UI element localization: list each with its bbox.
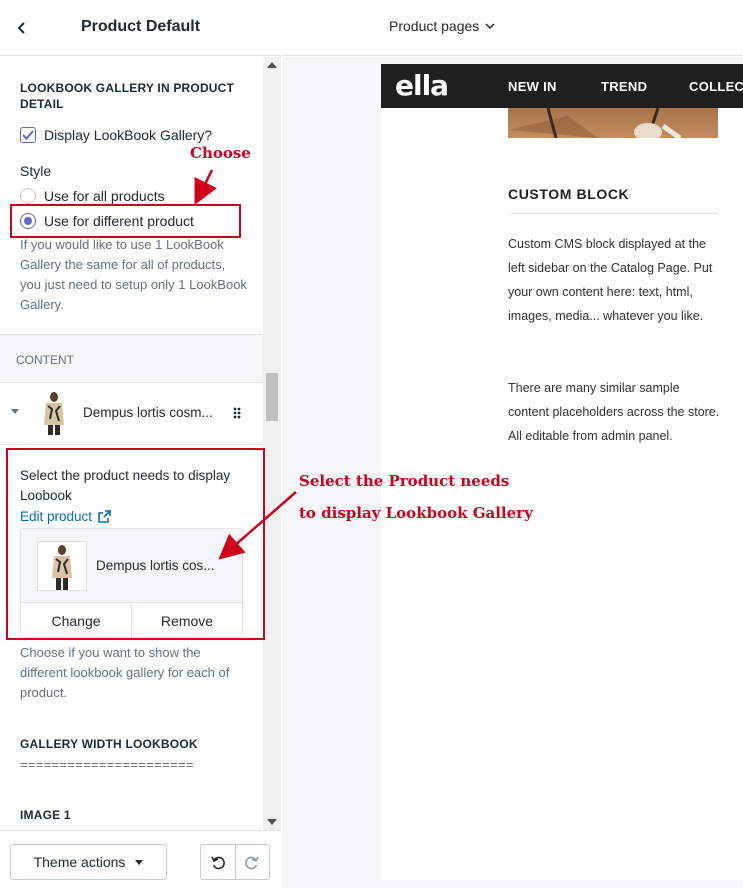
checkbox-box[interactable] <box>20 127 36 143</box>
sidebar-scrollbar[interactable] <box>263 57 281 830</box>
block-label: Dempus lortis cosm... <box>83 405 213 420</box>
product-photo-art <box>508 108 682 138</box>
undo-button[interactable] <box>201 845 235 879</box>
style-label: Style <box>20 163 52 179</box>
scroll-up-arrow[interactable] <box>267 62 277 68</box>
undo-icon <box>211 856 225 870</box>
annotation-select-line-1: Select the Product needs <box>299 472 510 490</box>
theme-actions-label: Theme actions <box>33 854 126 870</box>
product-thumbnail <box>44 392 64 435</box>
radio-all-products[interactable]: Use for all products <box>20 188 165 204</box>
image-1-heading: IMAGE 1 <box>20 808 71 822</box>
store-nav: ella NEW IN TREND COLLEC <box>381 64 743 111</box>
annotation-box-style <box>10 204 241 238</box>
product-help-text: Choose if you want to show the different… <box>20 645 230 700</box>
undo-redo-group <box>200 844 270 880</box>
annotation-select-line-2: to display Lookbook Gallery <box>299 504 533 522</box>
gallery-width-heading: GALLERY WIDTH LOOKBOOK <box>20 737 198 751</box>
sidebar-footer: Theme actions <box>0 830 281 888</box>
sidebar-header: Product Default <box>0 0 281 56</box>
drag-handle-icon[interactable] <box>233 407 241 419</box>
radio-circle[interactable] <box>20 188 36 204</box>
redo-icon <box>245 856 259 870</box>
disclosure-caret-icon[interactable] <box>11 409 19 415</box>
preview-topbar: Product pages <box>282 0 743 56</box>
custom-block-paragraph-2: There are many similar sample content pl… <box>508 381 720 443</box>
content-block-row[interactable]: Dempus lortis cosm... <box>0 383 263 444</box>
theme-actions-button[interactable]: Theme actions <box>10 844 167 880</box>
section-title: Product Default <box>80 18 201 35</box>
content-heading: CONTENT <box>16 353 74 367</box>
checkbox-label: Display LookBook Gallery? <box>44 127 213 143</box>
lookbook-heading: LOOKBOOK GALLERY IN PRODUCT DETAIL <box>20 81 235 111</box>
custom-block-title: CUSTOM BLOCK <box>508 186 630 202</box>
store-logo[interactable]: ella <box>395 69 449 102</box>
radio-label: Use for all products <box>44 188 165 204</box>
annotation-choose: Choose <box>190 144 251 162</box>
chevron-down-icon <box>485 23 495 29</box>
nav-item-trend[interactable]: TREND <box>601 79 647 94</box>
scroll-thumb[interactable] <box>266 373 278 421</box>
checkmark-icon <box>22 130 34 140</box>
content-band: CONTENT <box>0 335 263 382</box>
caret-down-icon <box>135 859 144 865</box>
custom-block-rule <box>508 213 718 214</box>
gallery-rule-text: ====================== <box>20 757 194 772</box>
theme-editor-sidebar: Product Default LOOKBOOK GALLERY IN PROD… <box>0 0 281 888</box>
page-select-label: Product pages <box>389 18 480 34</box>
nav-item-new-in[interactable]: NEW IN <box>508 79 557 94</box>
product-photo <box>508 108 718 138</box>
custom-block-paragraph-1: Custom CMS block displayed at the left s… <box>508 237 713 323</box>
sidebar-scroll-area: LOOKBOOK GALLERY IN PRODUCT DETAIL Displ… <box>0 57 281 830</box>
redo-button[interactable] <box>234 845 270 879</box>
annotation-box-product <box>6 448 265 640</box>
display-lookbook-checkbox[interactable]: Display LookBook Gallery? <box>20 127 212 143</box>
page-type-select[interactable]: Product pages <box>389 18 495 34</box>
lookbook-settings-section: LOOKBOOK GALLERY IN PRODUCT DETAIL Displ… <box>0 57 263 334</box>
style-help-text: If you would like to use 1 LookBook Gall… <box>20 237 247 312</box>
scroll-down-arrow[interactable] <box>267 819 277 825</box>
nav-item-collections[interactable]: COLLEC <box>689 79 743 94</box>
